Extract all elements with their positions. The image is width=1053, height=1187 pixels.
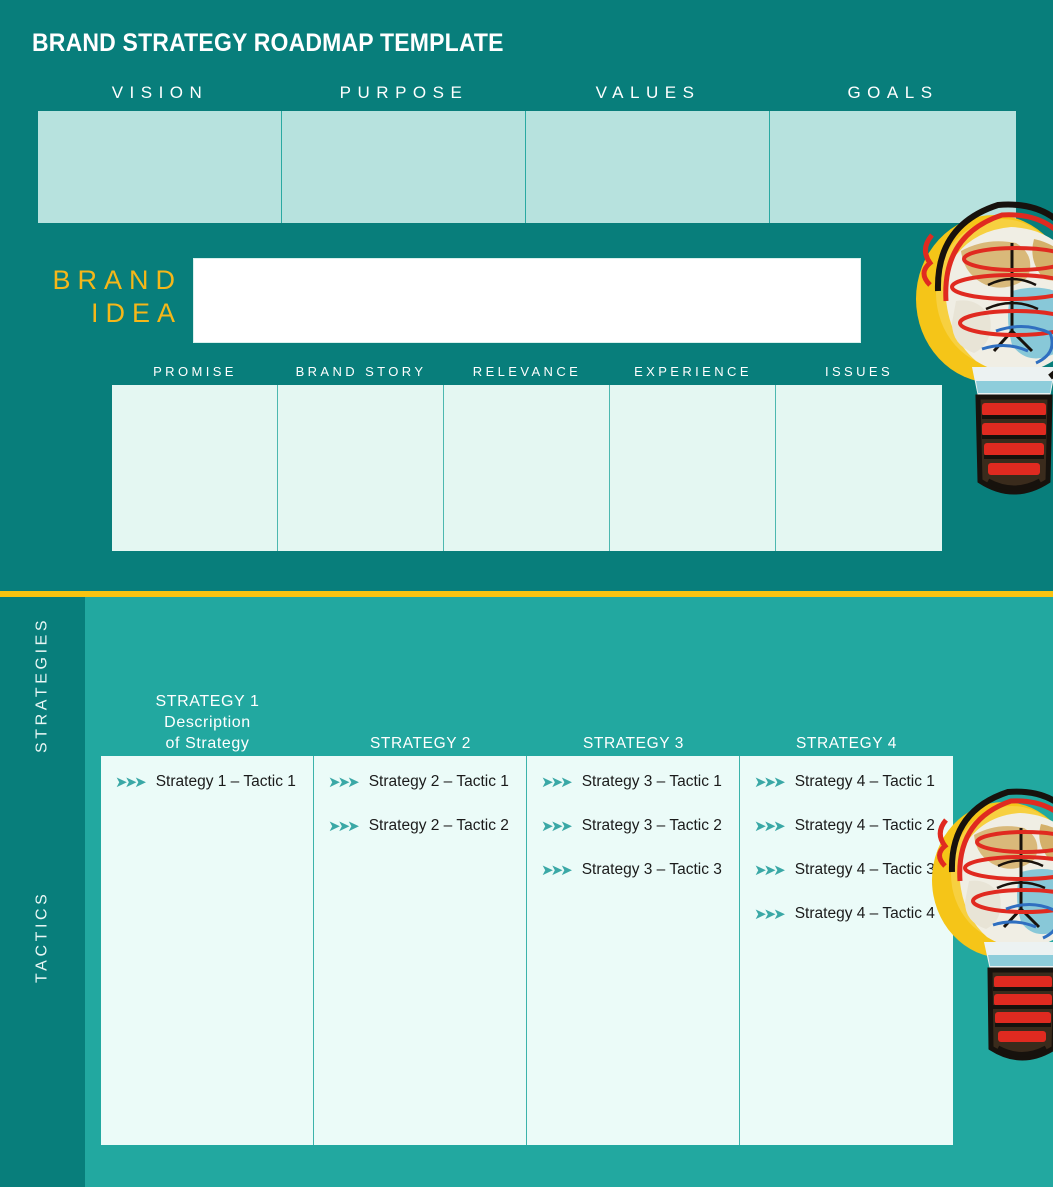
tactic-label: Strategy 4 – Tactic 3: [794, 861, 935, 878]
rail-label-strategies-text: STRATEGIES: [33, 616, 51, 754]
pillar-header-purpose: PURPOSE: [339, 83, 469, 102]
tactic-label: Strategy 3 – Tactic 3: [581, 861, 722, 878]
sub-box-brand-story[interactable]: [278, 385, 444, 551]
chevron-triple-right-icon: ➤➤➤: [754, 861, 786, 879]
chevron-triple-right-icon: ➤➤➤: [754, 905, 786, 923]
chevron-triple-right-icon: ➤➤➤: [541, 861, 573, 879]
list-item[interactable]: ➤➤➤ Strategy 3 – Tactic 1: [527, 772, 739, 792]
pillar-header-values: VALUES: [595, 83, 701, 102]
brand-idea-label-line2: IDEA: [90, 298, 182, 328]
rail-label-tactics-text: TACTICS: [33, 890, 51, 984]
strategy-heading-1-line3: of Strategy: [165, 735, 250, 752]
list-item[interactable]: ➤➤➤ Strategy 4 – Tactic 4: [740, 904, 953, 924]
strategy-heading-1-line1: STRATEGY 1: [155, 693, 260, 710]
chevron-triple-right-icon: ➤➤➤: [115, 773, 147, 791]
chevron-triple-right-icon: ➤➤➤: [541, 773, 573, 791]
tactic-column-1[interactable]: ➤➤➤ Strategy 1 – Tactic 1: [101, 756, 314, 1145]
strategy-heading-3: STRATEGY 3: [582, 735, 685, 752]
list-item[interactable]: ➤➤➤ Strategy 3 – Tactic 3: [527, 860, 739, 880]
sub-box-experience[interactable]: [610, 385, 776, 551]
sub-box-issues[interactable]: [776, 385, 942, 551]
list-item[interactable]: ➤➤➤ Strategy 2 – Tactic 1: [314, 772, 526, 792]
chevron-triple-right-icon: ➤➤➤: [754, 773, 786, 791]
pillar-box-values[interactable]: [526, 111, 770, 223]
list-item[interactable]: ➤➤➤ Strategy 4 – Tactic 3: [740, 860, 953, 880]
brand-strategy-roadmap-template: BRAND STRATEGY ROADMAP TEMPLATE VISION P…: [0, 0, 1053, 1187]
strategy-heading-2: STRATEGY 2: [369, 735, 472, 752]
tactic-label: Strategy 1 – Tactic 1: [155, 773, 296, 790]
tactic-label: Strategy 4 – Tactic 2: [794, 817, 935, 834]
pillar-box-goals[interactable]: [770, 111, 1016, 223]
strategy-heading-1: STRATEGY 1 Description of Strategy: [101, 691, 314, 754]
pillar-header-goals: GOALS: [847, 83, 939, 102]
tactic-column-4[interactable]: ➤➤➤ Strategy 4 – Tactic 1 ➤➤➤ Strategy 4…: [740, 756, 953, 1145]
chevron-triple-right-icon: ➤➤➤: [328, 817, 360, 835]
list-item[interactable]: ➤➤➤ Strategy 1 – Tactic 1: [101, 772, 313, 792]
sub-header-experience: EXPERIENCE: [634, 364, 752, 379]
tactic-column-3[interactable]: ➤➤➤ Strategy 3 – Tactic 1 ➤➤➤ Strategy 3…: [527, 756, 740, 1145]
tactic-label: Strategy 2 – Tactic 1: [368, 773, 509, 790]
brand-idea-input[interactable]: [193, 258, 861, 343]
page-title: BRAND STRATEGY ROADMAP TEMPLATE: [32, 29, 504, 57]
brand-idea-label: BRAND IDEA: [10, 264, 182, 330]
rail-label-strategies: STRATEGIES: [0, 605, 85, 765]
chevron-triple-right-icon: ➤➤➤: [541, 817, 573, 835]
tactic-column-2[interactable]: ➤➤➤ Strategy 2 – Tactic 1 ➤➤➤ Strategy 2…: [314, 756, 527, 1145]
top-section: BRAND STRATEGY ROADMAP TEMPLATE VISION P…: [0, 0, 1053, 591]
pillar-box-purpose[interactable]: [282, 111, 526, 223]
sub-header-brand-story: BRAND STORY: [295, 364, 427, 379]
sub-box-relevance[interactable]: [444, 385, 610, 551]
sub-header-issues: ISSUES: [824, 364, 894, 379]
sub-header-relevance: RELEVANCE: [472, 364, 582, 379]
pillar-box-vision[interactable]: [38, 111, 282, 223]
tactic-label: Strategy 3 – Tactic 2: [581, 817, 722, 834]
list-item[interactable]: ➤➤➤ Strategy 2 – Tactic 2: [314, 816, 526, 836]
strategies-tactics-section: STRATEGIES TACTICS STRATEGY 1 Descriptio…: [0, 597, 1053, 1187]
brand-idea-label-line1: BRAND: [52, 265, 182, 295]
chevron-triple-right-icon: ➤➤➤: [754, 817, 786, 835]
strategy-heading-4: STRATEGY 4: [795, 735, 898, 752]
strategy-heading-1-line2: Description: [164, 714, 251, 731]
pillar-header-vision: VISION: [111, 83, 209, 102]
list-item[interactable]: ➤➤➤ Strategy 4 – Tactic 1: [740, 772, 953, 792]
sub-box-promise[interactable]: [112, 385, 278, 551]
sub-header-promise: PROMISE: [153, 364, 237, 379]
tactic-label: Strategy 4 – Tactic 1: [794, 773, 935, 790]
list-item[interactable]: ➤➤➤ Strategy 4 – Tactic 2: [740, 816, 953, 836]
rail-label-tactics: TACTICS: [0, 857, 85, 1017]
tactic-label: Strategy 3 – Tactic 1: [581, 773, 722, 790]
tactic-label: Strategy 4 – Tactic 4: [794, 905, 935, 922]
list-item[interactable]: ➤➤➤ Strategy 3 – Tactic 2: [527, 816, 739, 836]
tactic-label: Strategy 2 – Tactic 2: [368, 817, 509, 834]
chevron-triple-right-icon: ➤➤➤: [328, 773, 360, 791]
